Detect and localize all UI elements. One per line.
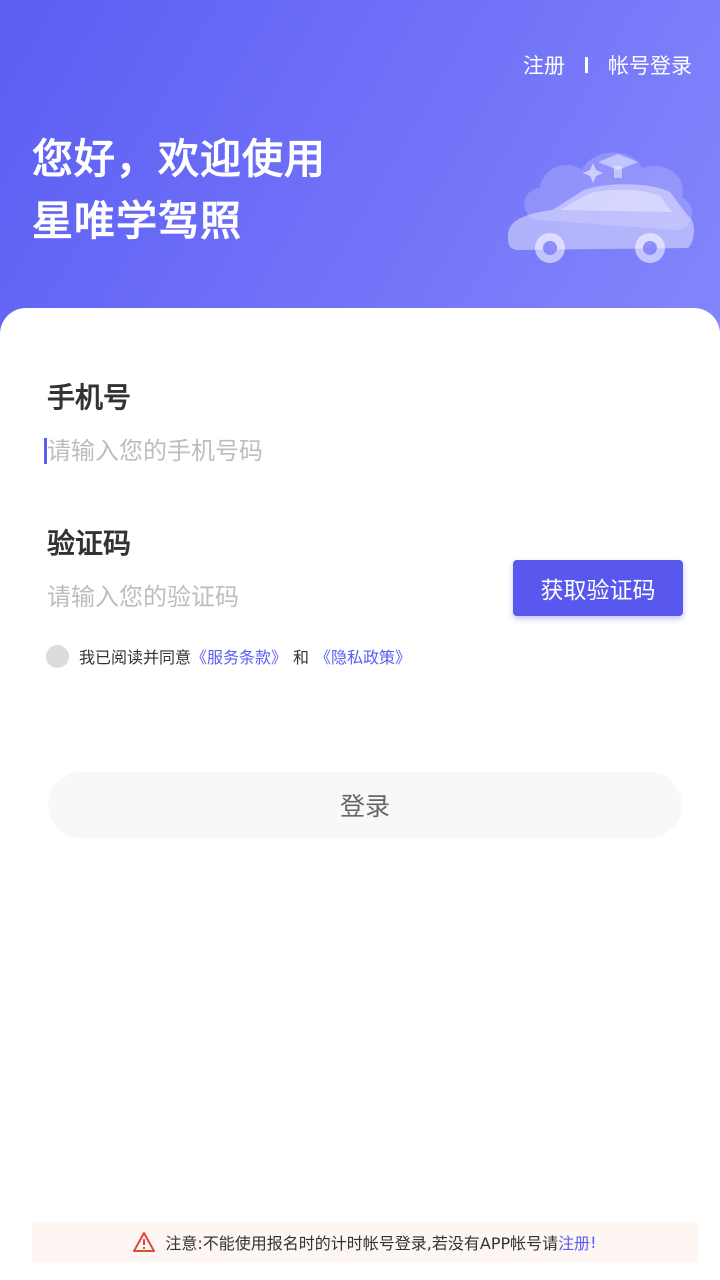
top-links: 注册 帐号登录	[523, 50, 692, 80]
code-label: 验证码	[47, 527, 132, 560]
phone-input[interactable]	[47, 434, 487, 468]
agree-radio[interactable]	[46, 644, 69, 668]
notice-bar: 注意:不能使用报名时的计时帐号登录,若没有APP帐号请 注册 !	[32, 1222, 698, 1262]
login-button[interactable]: 登录	[48, 772, 682, 838]
car-illustration-icon	[508, 152, 694, 263]
welcome-line-2: 星唯学驾照	[32, 197, 242, 245]
code-input[interactable]	[47, 580, 467, 614]
get-code-button[interactable]: 获取验证码	[513, 560, 683, 616]
register-link[interactable]: 注册	[523, 50, 565, 80]
login-card: 手机号 验证码 获取验证码 我已阅读并同意 《服务条款》 和 《隐私政策》 登录	[0, 308, 720, 1280]
terms-link[interactable]: 《服务条款》	[191, 644, 287, 668]
welcome-title: 您好，欢迎使用 星唯学驾照	[32, 128, 326, 252]
notice-suffix: !	[590, 1232, 597, 1252]
warning-icon	[133, 1232, 156, 1252]
notice-register-link[interactable]: 注册	[558, 1230, 590, 1254]
agreement-row: 我已阅读并同意 《服务条款》 和 《隐私政策》	[46, 644, 411, 668]
agreement-text: 我已阅读并同意	[79, 648, 192, 667]
phone-label: 手机号	[47, 381, 132, 414]
link-divider	[585, 57, 588, 73]
privacy-link[interactable]: 《隐私政策》	[315, 644, 411, 668]
header-banner: 注册 帐号登录 您好，欢迎使用 星唯学驾照	[0, 0, 720, 340]
agreement-and: 和	[293, 648, 310, 667]
login-screen: 注册 帐号登录 您好，欢迎使用 星唯学驾照 手机号 验证码 获取验证码	[0, 0, 720, 1280]
notice-text: 注意:不能使用报名时的计时帐号登录,若没有APP帐号请	[165, 1234, 559, 1253]
account-login-link[interactable]: 帐号登录	[608, 50, 692, 80]
welcome-line-1: 您好，欢迎使用	[32, 135, 326, 183]
